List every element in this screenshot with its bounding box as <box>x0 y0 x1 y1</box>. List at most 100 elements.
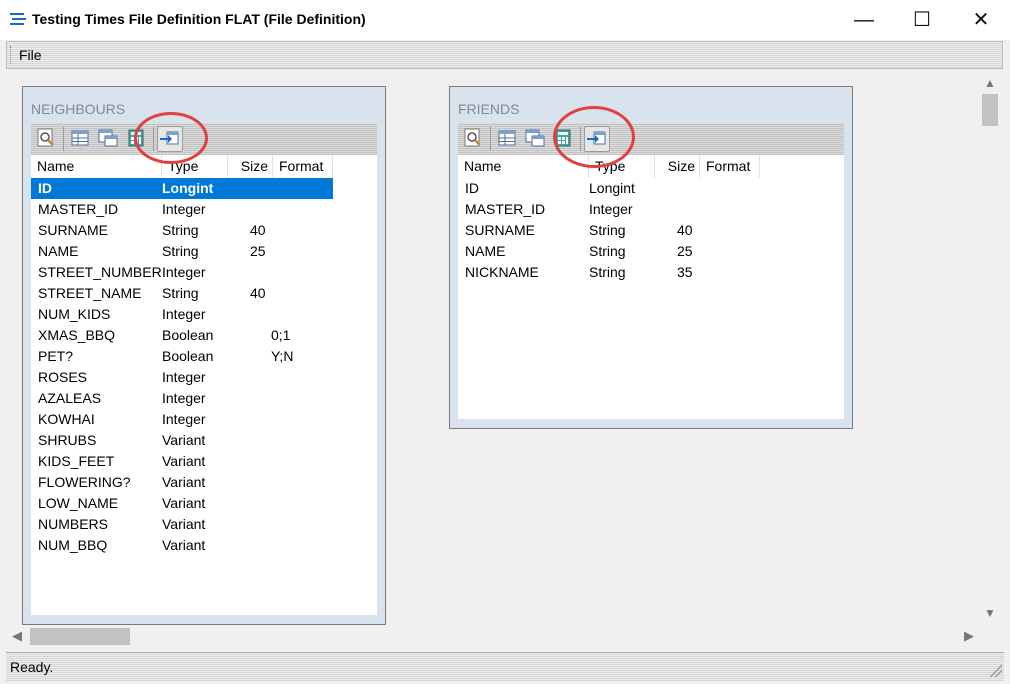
table-row[interactable]: NAME String 25 <box>458 241 760 262</box>
cell-name: ID <box>38 180 52 196</box>
toolbar-separator <box>490 127 491 151</box>
resize-grip-icon[interactable] <box>988 663 1002 677</box>
cell-name: STREET_NUMBER <box>38 264 162 280</box>
cell-type: String <box>589 264 626 280</box>
column-header-size[interactable]: Size <box>655 155 700 178</box>
table-row[interactable]: FLOWERING? Variant <box>31 472 333 493</box>
cell-size: 25 <box>677 243 693 259</box>
menu-file[interactable]: File <box>19 47 42 63</box>
cell-name: PET? <box>38 348 74 364</box>
table-row[interactable]: NUMBERS Variant <box>31 514 333 535</box>
neighbours-grid: Name Type Size Format ID Longint MASTER_ID… <box>31 155 377 615</box>
scroll-left-icon[interactable]: ◀ <box>12 628 22 644</box>
cell-type: Variant <box>162 432 206 448</box>
scroll-thumb[interactable] <box>30 628 130 645</box>
title-bar: Testing Times File Definition FLAT (File… <box>0 0 1010 40</box>
table-row[interactable]: AZALEAS Integer <box>31 388 333 409</box>
cell-type: Integer <box>162 369 206 385</box>
toolbar-separator <box>63 127 64 151</box>
minimize-button[interactable]: — <box>835 0 893 40</box>
table-row[interactable]: PET? Boolean Y;N <box>31 346 333 367</box>
horizontal-scrollbar[interactable]: ◀ ▶ <box>8 627 978 647</box>
cell-name: NUM_BBQ <box>38 537 108 553</box>
cell-type: Variant <box>162 537 206 553</box>
table-row[interactable]: NICKNAME String 35 <box>458 262 760 283</box>
menu-bar: File <box>6 41 1003 69</box>
annotation-circle <box>553 106 635 168</box>
panel-title: NEIGHBOURS <box>31 101 126 117</box>
scroll-right-icon[interactable]: ▶ <box>964 628 974 644</box>
cell-type: String <box>162 222 199 238</box>
preview-icon[interactable] <box>462 127 484 149</box>
friends-panel: FRIENDS Name Type Size Format ID Longint M… <box>449 86 853 429</box>
table-row[interactable]: NUM_BBQ Variant <box>31 535 333 556</box>
scroll-up-icon[interactable]: ▲ <box>978 76 1002 90</box>
cell-name: MASTER_ID <box>38 201 119 217</box>
cell-type: Boolean <box>162 348 214 364</box>
cell-type: String <box>589 222 626 238</box>
cell-name: SURNAME <box>465 222 536 238</box>
close-button[interactable]: ✕ <box>952 0 1010 40</box>
table-row[interactable]: MASTER_ID Integer <box>458 199 760 220</box>
window-title: Testing Times File Definition FLAT (File… <box>32 11 366 27</box>
table-row[interactable]: SURNAME String 40 <box>31 220 333 241</box>
cell-name: STREET_NAME <box>38 285 142 301</box>
cell-type: Boolean <box>162 327 214 343</box>
vertical-scrollbar[interactable]: ▲ ▼ <box>978 74 1002 627</box>
panel-title: FRIENDS <box>458 101 520 117</box>
cell-type: String <box>162 243 199 259</box>
menu-grip <box>10 46 14 64</box>
cell-name: MASTER_ID <box>465 201 546 217</box>
preview-icon[interactable] <box>35 127 57 149</box>
cell-name: SURNAME <box>38 222 109 238</box>
status-text: Ready. <box>10 659 54 675</box>
column-header-name[interactable]: Name <box>31 155 162 178</box>
table-row[interactable]: KIDS_FEET Variant <box>31 451 333 472</box>
maximize-button[interactable]: ☐ <box>893 0 951 40</box>
cell-type: Variant <box>162 453 206 469</box>
copy-table-icon[interactable] <box>97 127 119 149</box>
table-row[interactable]: KOWHAI Integer <box>31 409 333 430</box>
neighbours-panel: NEIGHBOURS Name Type Size Format ID Longi… <box>22 86 386 625</box>
friends-grid: Name Type Size Format ID Longint MASTER_ID… <box>458 155 844 419</box>
cell-name: LOW_NAME <box>38 495 119 511</box>
status-bar: Ready. <box>6 652 1004 681</box>
table-row[interactable]: SURNAME String 40 <box>458 220 760 241</box>
table-row[interactable]: STREET_NUMBER Integer <box>31 262 333 283</box>
friends-toolbar <box>458 123 844 155</box>
table-row[interactable]: MASTER_ID Integer <box>31 199 333 220</box>
table-row[interactable]: ID Longint <box>458 178 760 199</box>
table-row[interactable]: NUM_KIDS Integer <box>31 304 333 325</box>
cell-format: 0;1 <box>271 327 291 343</box>
cell-name: KOWHAI <box>38 411 95 427</box>
table-row[interactable]: LOW_NAME Variant <box>31 493 333 514</box>
cell-type: Integer <box>162 264 206 280</box>
cell-name: ROSES <box>38 369 88 385</box>
cell-name: NAME <box>38 243 79 259</box>
cell-type: Integer <box>162 306 206 322</box>
table-row[interactable]: STREET_NAME String 40 <box>31 283 333 304</box>
cell-name: NAME <box>465 243 506 259</box>
table-icon[interactable] <box>69 127 91 149</box>
cell-type: Variant <box>162 495 206 511</box>
cell-type: String <box>162 285 199 301</box>
cell-type: Longint <box>162 180 214 196</box>
table-row[interactable]: NAME String 25 <box>31 241 333 262</box>
copy-table-icon[interactable] <box>524 127 546 149</box>
scroll-thumb[interactable] <box>982 94 998 126</box>
table-row[interactable]: XMAS_BBQ Boolean 0;1 <box>31 325 333 346</box>
column-header-format[interactable]: Format <box>273 155 333 178</box>
cell-name: XMAS_BBQ <box>38 327 116 343</box>
app-icon <box>8 10 28 28</box>
cell-type: Longint <box>589 180 635 196</box>
scroll-down-icon[interactable]: ▼ <box>978 606 1002 620</box>
grid-header: Name Type Size Format <box>458 155 844 178</box>
cell-type: Integer <box>162 201 206 217</box>
table-icon[interactable] <box>496 127 518 149</box>
table-row[interactable]: SHRUBS Variant <box>31 430 333 451</box>
table-row[interactable]: ROSES Integer <box>31 367 333 388</box>
grid-header: Name Type Size Format <box>31 155 377 178</box>
column-header-size[interactable]: Size <box>228 155 273 178</box>
column-header-format[interactable]: Format <box>700 155 760 178</box>
table-row[interactable]: ID Longint <box>31 178 333 199</box>
